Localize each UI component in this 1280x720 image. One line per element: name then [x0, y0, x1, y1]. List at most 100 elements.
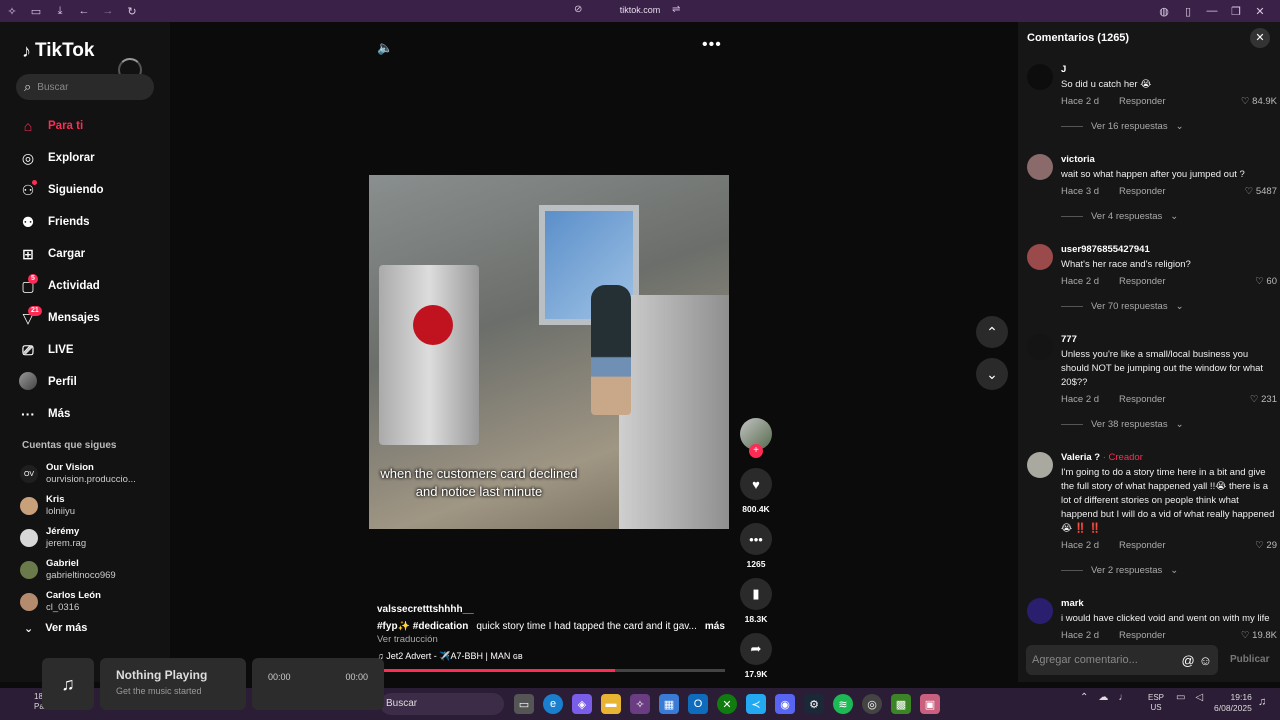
mention-icon[interactable]: @ [1182, 653, 1195, 668]
comment-box[interactable]: @ ☺ [1026, 645, 1218, 675]
tiktok-logo[interactable]: ♪ TikTok [22, 40, 94, 62]
minimize-icon[interactable]: — [1200, 0, 1224, 22]
view-replies-button[interactable]: Ver 38 respuestas ⌄ [1061, 419, 1277, 430]
edge-icon[interactable]: e [543, 694, 563, 714]
following-account[interactable]: OV Our Vision ourvision.produccio... [20, 458, 160, 490]
view-replies-button[interactable]: Ver 70 respuestas ⌄ [1061, 301, 1277, 312]
forward-icon[interactable]: → [96, 0, 120, 22]
outlook-icon[interactable]: O [688, 694, 708, 714]
following-account[interactable]: Gabriel gabrieltinoco969 [20, 554, 160, 586]
comment-input[interactable] [1032, 654, 1178, 666]
search-box[interactable]: ⌕ [16, 74, 154, 100]
store-icon[interactable]: ▦ [659, 694, 679, 714]
video-progress-bar[interactable] [380, 669, 725, 672]
spotify-icon[interactable]: ≋ [833, 694, 853, 714]
restore-icon[interactable]: ❐ [1224, 0, 1248, 22]
like-button[interactable]: ♥ 800.4K [740, 468, 772, 514]
comment-like-button[interactable]: ♡ 19.8K [1241, 630, 1277, 641]
share-button[interactable]: ➦ 17.9K [740, 633, 772, 679]
music-link[interactable]: ♫ Jet2 Advert - ✈️A7-BBH | MAN ɢʙ [377, 651, 727, 662]
avatar[interactable] [1027, 244, 1053, 270]
see-more-button[interactable]: ⌄ Ver más [24, 622, 87, 635]
chrome-icon[interactable]: ◎ [862, 694, 882, 714]
chevron-up-icon[interactable]: ⌃ [1080, 692, 1088, 703]
hashtags[interactable]: #fyp✨ #dedication [377, 621, 468, 632]
nav-mensajes[interactable]: ▽ 21 Mensajes [18, 302, 158, 334]
notification-bell-icon[interactable]: ♫ [1258, 696, 1266, 708]
download-icon[interactable]: ⤓ [48, 0, 72, 22]
view-replies-button[interactable]: Ver 2 respuestas ⌄ [1061, 565, 1277, 576]
view-replies-button[interactable]: Ver 4 respuestas ⌄ [1061, 211, 1277, 222]
video-username[interactable]: valssecretttshhhh__ [377, 604, 727, 615]
reply-button[interactable]: Responder [1119, 540, 1165, 551]
reply-button[interactable]: Responder [1119, 394, 1165, 405]
taskbar-search[interactable]: Buscar [380, 693, 504, 715]
view-replies-button[interactable]: Ver 16 respuestas ⌄ [1061, 121, 1277, 132]
tiktok-icon[interactable]: ✧ [0, 0, 24, 22]
volume-icon[interactable]: ◁ [1195, 692, 1203, 703]
vscode-icon[interactable]: ≺ [746, 694, 766, 714]
comment-like-button[interactable]: ♡ 60 [1255, 276, 1277, 287]
reply-button[interactable]: Responder [1119, 630, 1165, 641]
active-app-icon[interactable]: ▣ [920, 694, 940, 714]
copilot-icon[interactable]: ◈ [572, 694, 592, 714]
nav-actividad[interactable]: ▢ 5 Actividad [18, 270, 158, 302]
reply-button[interactable]: Responder [1119, 186, 1165, 197]
globe-icon[interactable]: ◍ [1152, 0, 1176, 22]
volume-icon[interactable]: 🔈 [377, 40, 393, 56]
now-playing[interactable]: Nothing Playing Get the music started [100, 658, 246, 710]
reply-button[interactable]: Responder [1119, 96, 1165, 107]
previous-video-button[interactable]: ⌃ [976, 316, 1008, 348]
language-indicator[interactable]: ESP US [1148, 693, 1164, 713]
clock[interactable]: 19:16 6/08/2025 [1214, 692, 1252, 714]
comment-like-button[interactable]: ♡ 84.9K [1241, 96, 1277, 107]
nav-perfil[interactable]: Perfil [18, 366, 158, 398]
creator-avatar[interactable]: + [740, 418, 772, 458]
minecraft-icon[interactable]: ▩ [891, 694, 911, 714]
steam-icon[interactable]: ⚙ [804, 694, 824, 714]
following-account[interactable]: Carlos León cl_0316 [20, 586, 160, 618]
nav-para-ti[interactable]: ⌂ Para ti [18, 110, 158, 142]
split-icon[interactable]: ▯ [1176, 0, 1200, 22]
publish-button[interactable]: Publicar [1230, 654, 1269, 665]
reply-button[interactable]: Responder [1119, 276, 1165, 287]
next-video-button[interactable]: ⌄ [976, 358, 1008, 390]
xbox-icon[interactable]: ✕ [717, 694, 737, 714]
nav-explorar[interactable]: ◎ Explorar [18, 142, 158, 174]
comment-button[interactable]: ••• 1265 [740, 523, 772, 569]
save-button[interactable]: ▮ 18.3K [740, 578, 772, 624]
more-options-icon[interactable]: ••• [702, 36, 722, 54]
following-account[interactable]: Kris lolniiyu [20, 490, 160, 522]
media-timeline[interactable]: 00:00 00:00 [252, 658, 384, 710]
comment-like-button[interactable]: ♡ 231 [1250, 394, 1277, 405]
browser-app-icon[interactable]: ✧ [630, 694, 650, 714]
nav-friends[interactable]: ⚉ Friends [18, 206, 158, 238]
search-input[interactable] [37, 81, 138, 93]
follow-plus-icon[interactable]: + [749, 444, 763, 458]
avatar[interactable] [1027, 452, 1053, 478]
refresh-icon[interactable]: ↻ [120, 0, 144, 22]
translate-link[interactable]: Ver traducción [377, 634, 727, 645]
nav-live[interactable]: ⎚ LIVE [18, 334, 158, 366]
following-account[interactable]: Jérémy jerem.rag [20, 522, 160, 554]
avatar[interactable] [1027, 154, 1053, 180]
microphone-icon[interactable]: ♩ [1118, 692, 1128, 703]
tune-icon[interactable]: ⇌ [672, 4, 680, 15]
avatar[interactable] [1027, 334, 1053, 360]
cloud-icon[interactable]: ☁ [1098, 692, 1108, 703]
close-comments-button[interactable]: ✕ [1250, 28, 1270, 48]
emoji-icon[interactable]: ☺ [1199, 653, 1212, 668]
avatar[interactable] [1027, 598, 1053, 624]
music-note-icon[interactable]: ♫ [42, 658, 94, 710]
avatar[interactable] [1027, 64, 1053, 90]
comment-like-button[interactable]: ♡ 29 [1255, 540, 1277, 551]
video-player[interactable]: when the customers card declined and not… [369, 175, 729, 529]
more-link[interactable]: más [705, 621, 725, 632]
back-icon[interactable]: ← [72, 0, 96, 22]
file-explorer-icon[interactable]: ▬ [601, 694, 621, 714]
discord-icon[interactable]: ◉ [775, 694, 795, 714]
address-bar[interactable]: tiktok.com [560, 5, 720, 15]
nav-mas[interactable]: ··· Más [18, 398, 158, 430]
network-icon[interactable]: ▭ [1176, 692, 1185, 703]
nav-cargar[interactable]: ⊞ Cargar [18, 238, 158, 270]
